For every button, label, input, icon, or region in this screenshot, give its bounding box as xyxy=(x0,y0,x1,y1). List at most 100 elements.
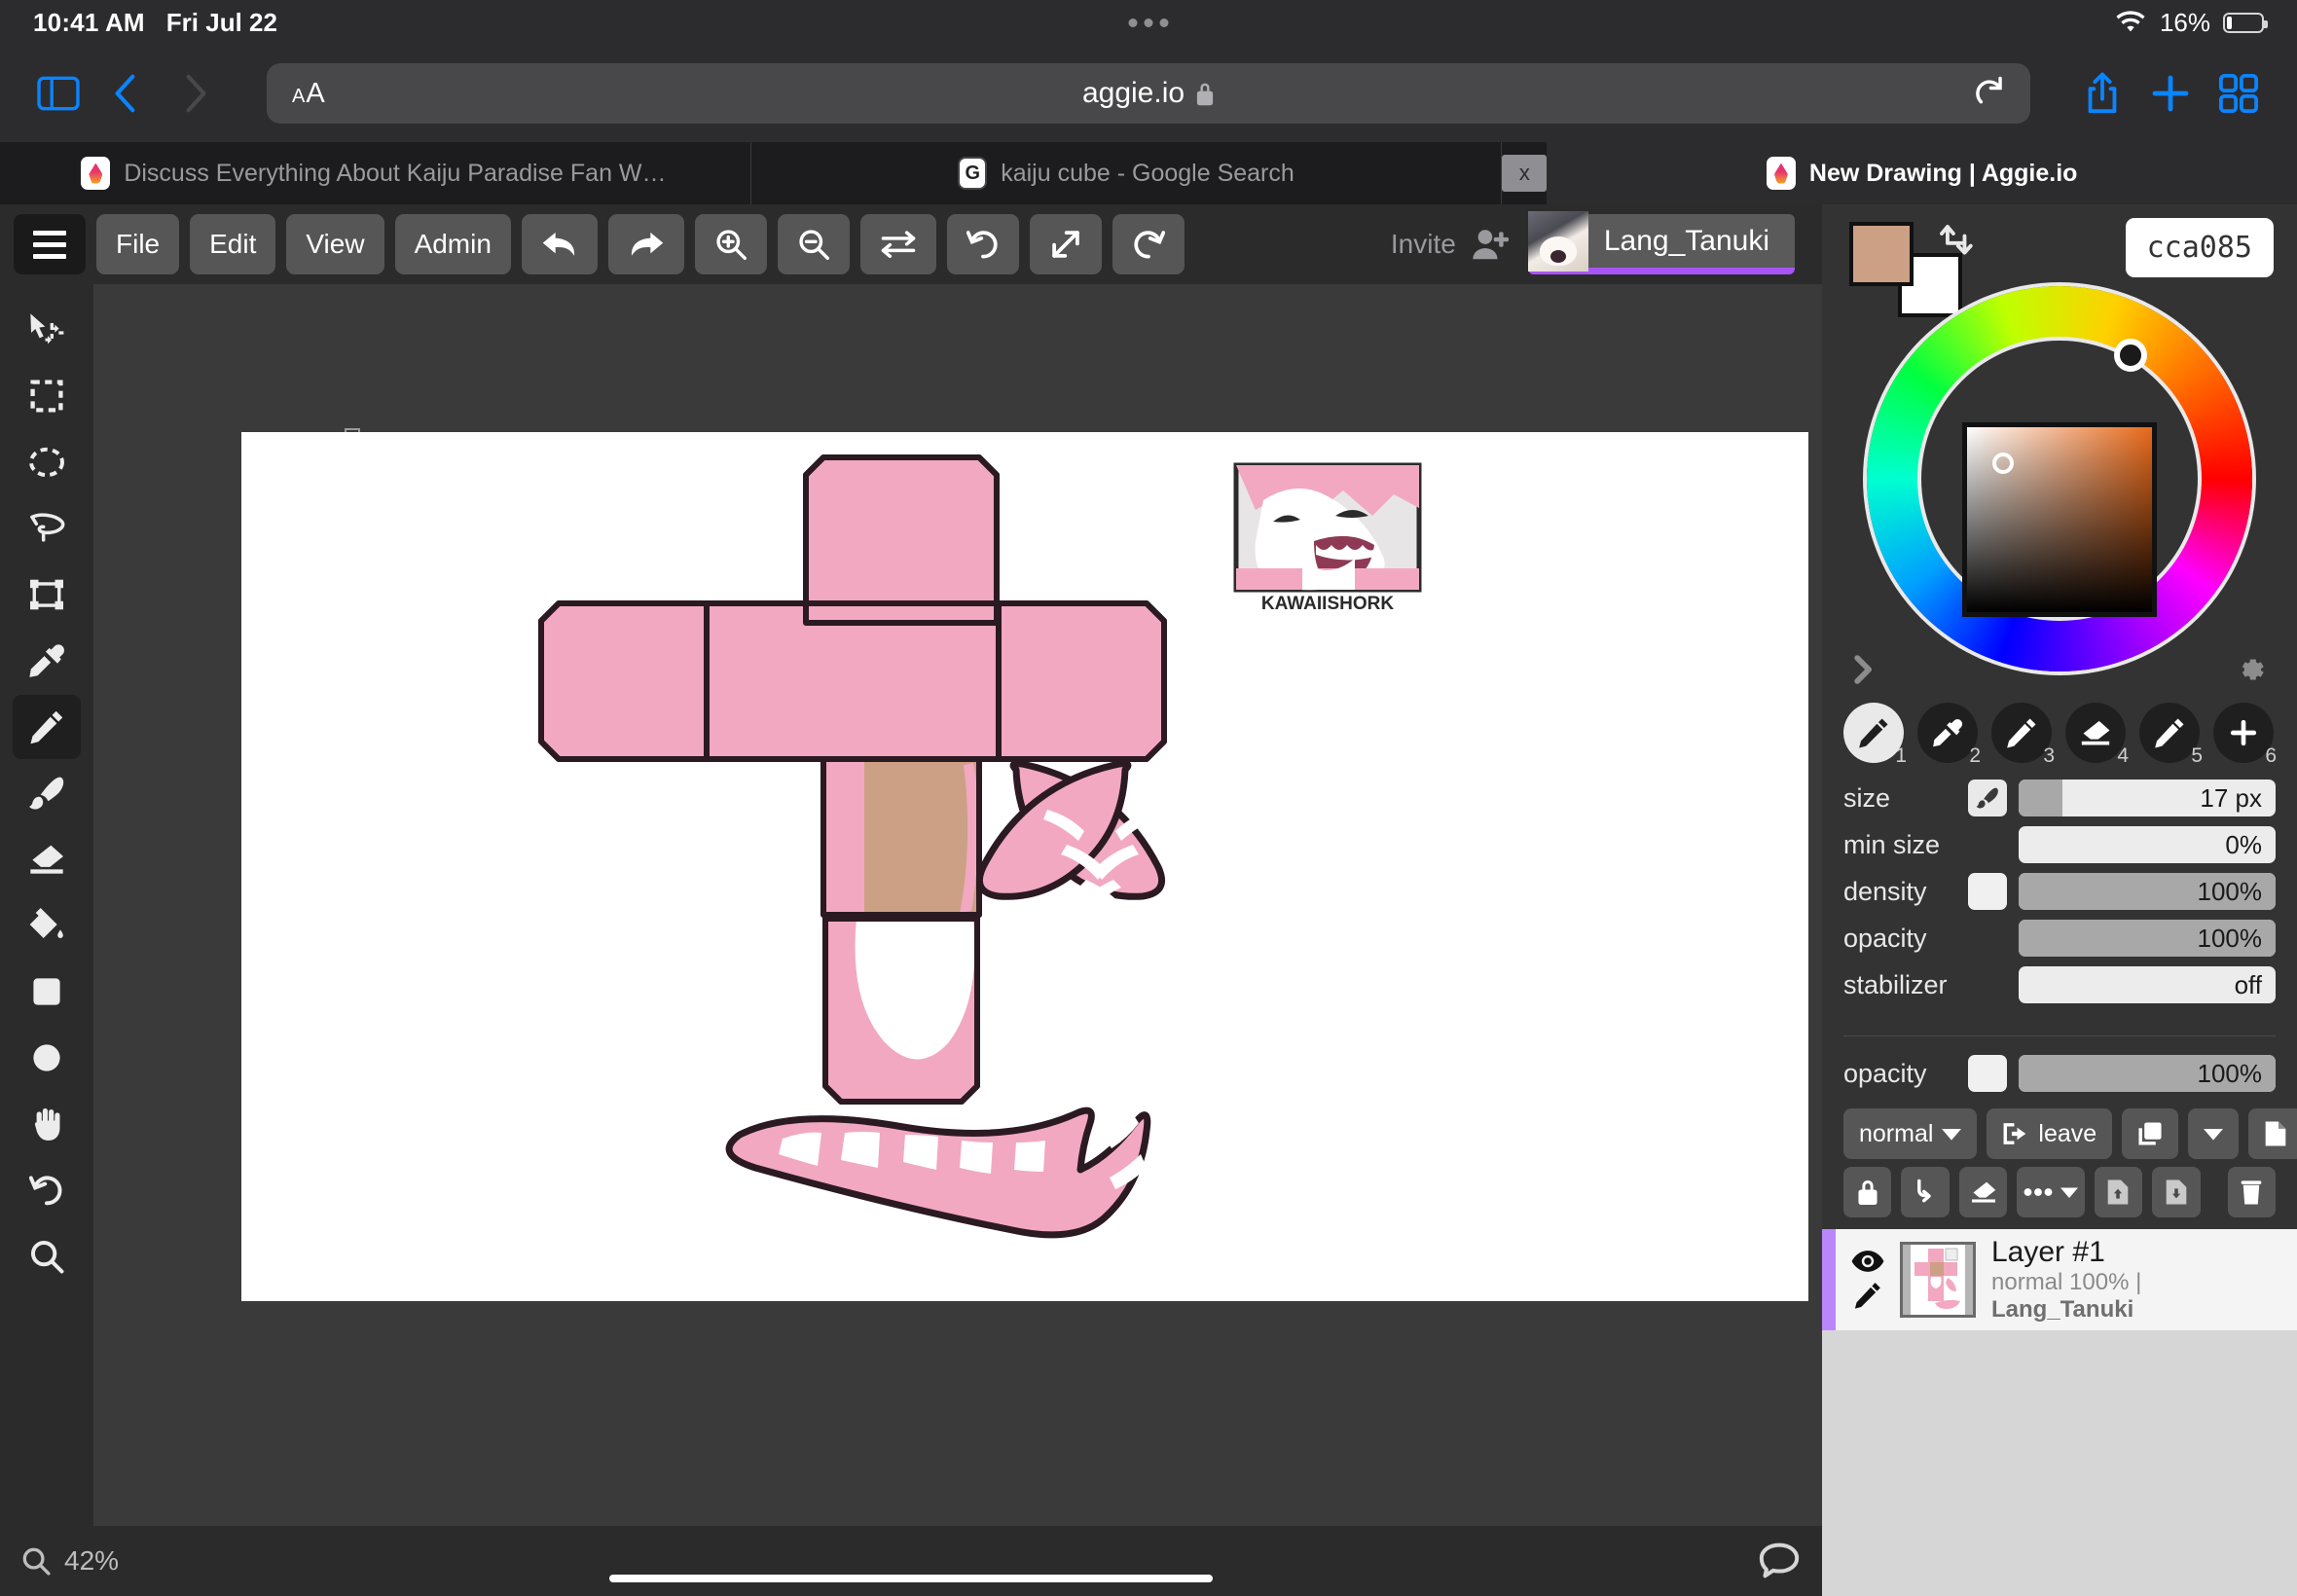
reload-icon[interactable] xyxy=(1974,75,2005,112)
export-layer-button[interactable] xyxy=(2152,1167,2201,1217)
caret-down-icon xyxy=(2060,1187,2078,1198)
import-layer-button[interactable] xyxy=(2094,1167,2143,1217)
brush-slots: 1 2 3 4 5 6 xyxy=(1822,697,2297,767)
tab-overview-icon[interactable] xyxy=(2207,63,2270,124)
ellipse-shape-tool[interactable] xyxy=(13,1026,81,1090)
fit-screen-button[interactable] xyxy=(1029,214,1102,274)
brush-slot-add[interactable]: 6 xyxy=(2213,703,2277,767)
brush-slot-3[interactable]: 3 xyxy=(1991,703,2055,767)
fill-tool[interactable] xyxy=(13,893,81,958)
lock-layer-button[interactable] xyxy=(1843,1167,1892,1217)
rect-select-tool[interactable] xyxy=(13,364,81,428)
brush-slot-5[interactable]: 5 xyxy=(2139,703,2203,767)
brush-slot-2[interactable]: 2 xyxy=(1917,703,1981,767)
duplicate-layer-button[interactable] xyxy=(2122,1108,2179,1159)
stabilizer-slider[interactable]: off xyxy=(2019,966,2276,1003)
redo-button[interactable] xyxy=(607,214,684,274)
merge-down-button[interactable] xyxy=(1901,1167,1950,1217)
reference-caption: KAWAIISHORK xyxy=(1261,594,1394,614)
lasso-select-tool[interactable] xyxy=(13,496,81,561)
brush-tool[interactable] xyxy=(13,761,81,825)
drawing-canvas[interactable]: KAWAIISHORK xyxy=(241,432,1808,1301)
swap-colors-icon[interactable] xyxy=(1935,222,1976,257)
sidebar-icon[interactable] xyxy=(27,63,90,124)
tab-title: Discuss Everything About Kaiju Paradise … xyxy=(124,159,669,187)
rectangle-shape-tool[interactable] xyxy=(13,960,81,1024)
new-layer-button[interactable] xyxy=(2248,1108,2297,1159)
invite-label: Invite xyxy=(1390,229,1456,259)
pencil-icon[interactable] xyxy=(1853,1281,1882,1310)
layer-list[interactable]: Layer #1 normal 100% | Lang_Tanuki xyxy=(1822,1229,2297,1596)
brush-slot-1[interactable]: 1 xyxy=(1843,703,1907,767)
aggie-app: File Edit View Admin Invite Lang_Tanuki … xyxy=(0,204,2297,1596)
layer-blend-meta: normal 100% xyxy=(1991,1269,2130,1296)
primary-color-swatch[interactable] xyxy=(1849,222,1914,286)
rotate-left-button[interactable] xyxy=(946,214,1019,274)
hex-value[interactable]: cca085 xyxy=(2125,218,2274,277)
hue-handle[interactable] xyxy=(2114,339,2147,372)
rotate-canvas-tool[interactable] xyxy=(13,1158,81,1222)
browser-tab-1[interactable]: Discuss Everything About Kaiju Paradise … xyxy=(0,142,751,204)
view-menu[interactable]: View xyxy=(286,214,384,274)
brush-slot-4[interactable]: 4 xyxy=(2065,703,2129,767)
min-size-slider[interactable]: 0% xyxy=(2019,826,2276,863)
browser-tab-3[interactable]: New Drawing | Aggie.io xyxy=(1547,142,2297,204)
paintbrush-icon[interactable] xyxy=(1968,780,2007,816)
text-size-button[interactable]: AA xyxy=(292,78,325,110)
eraser-icon xyxy=(1971,1181,1995,1203)
layer-opacity-slider[interactable]: 100% xyxy=(2019,1055,2276,1092)
edit-menu[interactable]: Edit xyxy=(190,214,276,274)
eyedropper-tool[interactable] xyxy=(13,629,81,693)
delete-layer-button[interactable] xyxy=(2227,1167,2276,1217)
blank-swatch-icon[interactable] xyxy=(1968,873,2007,910)
move-tool[interactable] xyxy=(13,298,81,362)
flip-button[interactable] xyxy=(859,214,936,274)
browser-tab-2[interactable]: G kaiju cube - Google Search xyxy=(750,142,1503,204)
leave-button[interactable]: leave xyxy=(1987,1108,2113,1159)
admin-menu[interactable]: Admin xyxy=(394,214,511,274)
hamburger-icon[interactable] xyxy=(14,214,86,274)
rotate-right-button[interactable] xyxy=(1112,214,1185,274)
address-bar[interactable]: AA aggie.io xyxy=(267,63,2030,124)
density-slider[interactable]: 100% xyxy=(2019,873,2276,910)
share-icon[interactable] xyxy=(2071,63,2133,124)
color-wheel[interactable] xyxy=(1822,286,2297,671)
user-chip[interactable]: Lang_Tanuki xyxy=(1527,210,1795,274)
layer-row[interactable]: Layer #1 normal 100% | Lang_Tanuki xyxy=(1822,1229,2297,1330)
transform-tool[interactable] xyxy=(13,562,81,627)
pan-tool[interactable] xyxy=(13,1092,81,1156)
file-menu[interactable]: File xyxy=(96,214,180,274)
back-chevron-icon[interactable] xyxy=(95,63,158,124)
chevron-right-icon[interactable] xyxy=(1851,653,1877,686)
layer-more-button[interactable] xyxy=(2017,1167,2085,1217)
size-slider[interactable]: 17 px xyxy=(2019,780,2276,816)
sv-handle[interactable] xyxy=(1992,453,2014,474)
ellipse-select-tool[interactable] xyxy=(13,430,81,494)
brush-settings: size 17 px min size 0% density 100% opac… xyxy=(1822,763,2297,1010)
lock-icon xyxy=(1196,83,1214,106)
layer-thumbnail xyxy=(1900,1242,1976,1318)
eraser-tool[interactable] xyxy=(13,827,81,891)
zoom-in-button[interactable] xyxy=(694,214,767,274)
chat-bubble-icon[interactable] xyxy=(1758,1542,1801,1580)
eye-icon[interactable] xyxy=(1851,1250,1884,1273)
zoom-tool[interactable] xyxy=(13,1224,81,1288)
saturation-value-square[interactable] xyxy=(1962,422,2157,617)
pencil-tool[interactable] xyxy=(13,695,81,759)
right-panel: cca085 1 2 3 4 5 6 size 17 px min size 0… xyxy=(1822,204,2297,1596)
zoom-level[interactable]: 42% xyxy=(21,1545,119,1577)
clear-layer-button[interactable] xyxy=(1958,1167,2008,1217)
close-tab-button[interactable]: x xyxy=(1502,155,1548,192)
layer-name[interactable]: Layer #1 xyxy=(1991,1236,2281,1270)
blend-mode-dropdown[interactable]: normal xyxy=(1843,1108,1978,1159)
zoom-out-button[interactable] xyxy=(777,214,850,274)
blank-swatch-icon[interactable] xyxy=(1968,1055,2007,1092)
plus-icon[interactable] xyxy=(2139,63,2202,124)
canvas-viewport[interactable]: KAWAIISHORK xyxy=(93,284,1822,1526)
opacity-slider[interactable]: 100% xyxy=(2019,920,2276,957)
undo-button[interactable] xyxy=(521,214,598,274)
invite-button[interactable]: Invite xyxy=(1391,228,1509,261)
gear-icon[interactable] xyxy=(2233,652,2268,687)
duplicate-options-caret[interactable] xyxy=(2188,1108,2240,1159)
multitask-dots[interactable] xyxy=(1128,18,1169,27)
